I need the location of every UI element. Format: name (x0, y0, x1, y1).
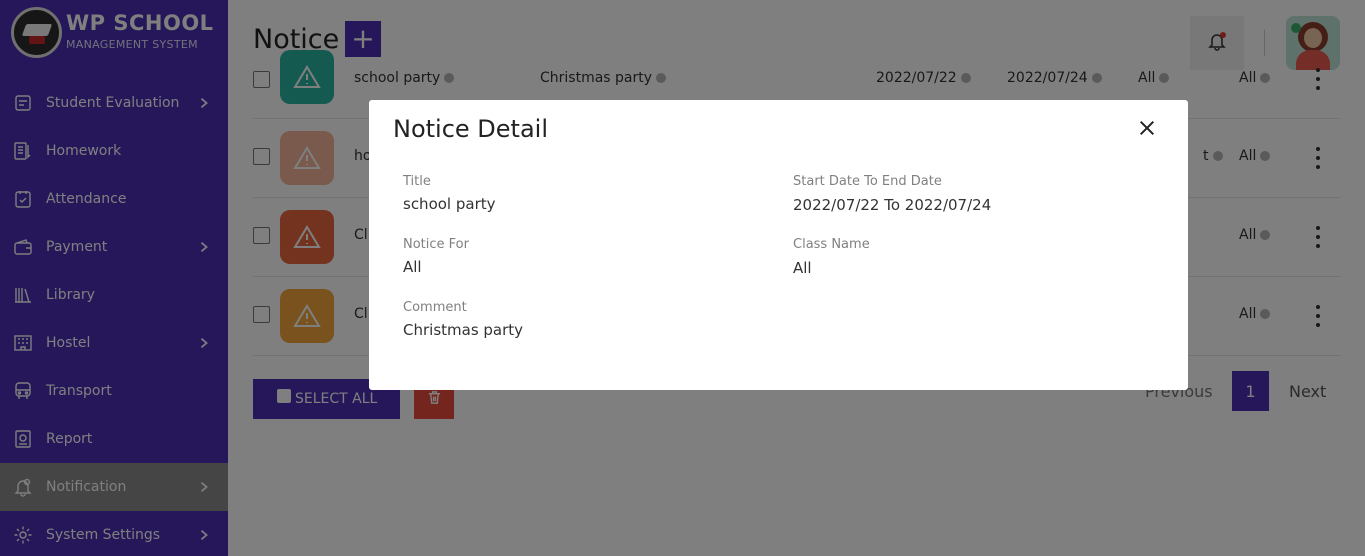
comment-label: Comment (403, 300, 467, 315)
dates-label: Start Date To End Date (793, 174, 942, 189)
title-label: Title (403, 174, 431, 189)
class-name-label: Class Name (793, 237, 870, 252)
notice-for-label: Notice For (403, 237, 469, 252)
close-icon (1138, 119, 1156, 141)
modal-title: Notice Detail (393, 115, 549, 143)
notice-detail-modal: Notice Detail Title school party Start D… (369, 100, 1188, 390)
dates-value: 2022/07/22 To 2022/07/24 (793, 196, 992, 214)
close-button[interactable] (1135, 118, 1159, 142)
comment-value: Christmas party (403, 321, 524, 339)
title-value: school party (403, 195, 496, 213)
class-name-value: All (793, 259, 812, 277)
notice-for-value: All (403, 258, 422, 276)
